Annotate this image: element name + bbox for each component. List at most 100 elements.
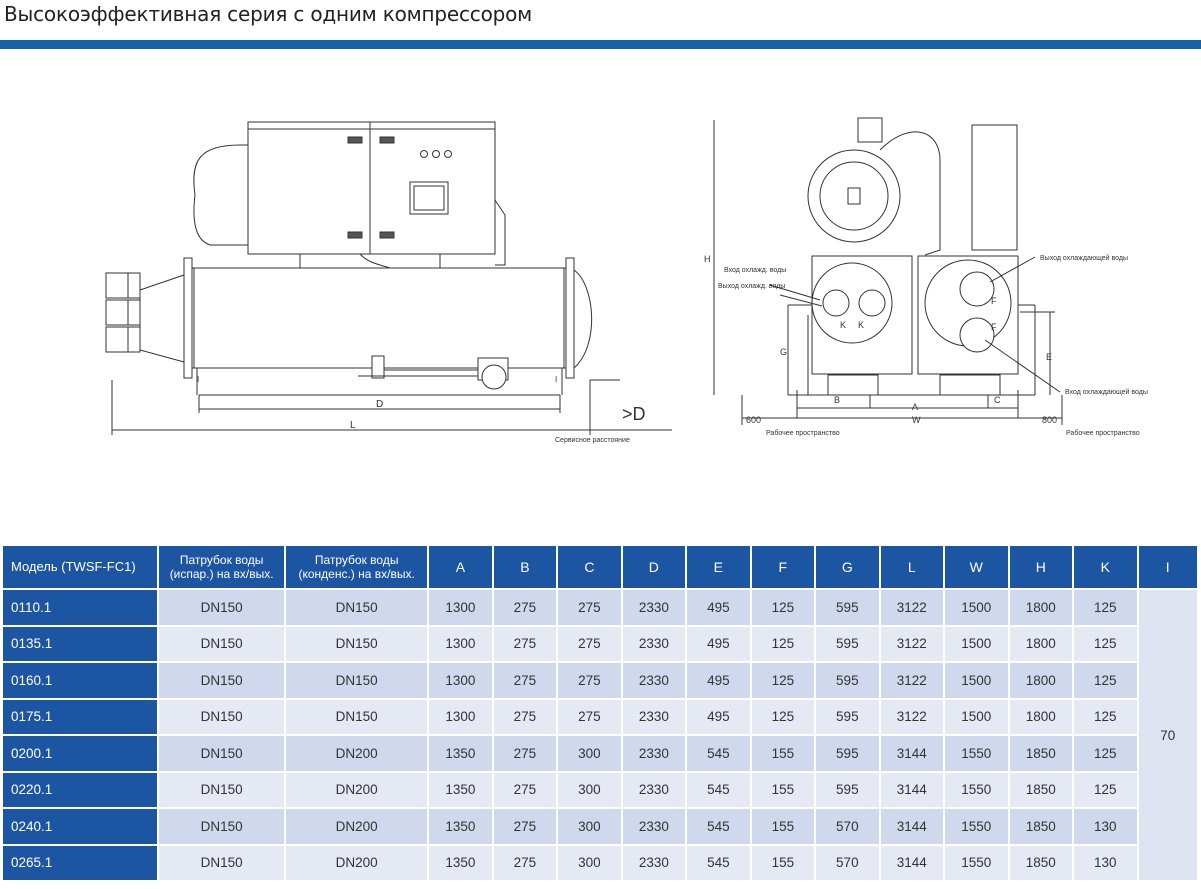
table-header-row: Модель (TWSF-FC1) Патрубок воды (испар.) … (3, 546, 1199, 589)
value-cell: 595 (815, 624, 881, 662)
dim-h-label: H (704, 254, 711, 264)
value-cell: 275 (557, 588, 623, 626)
i-value-cell: 70 (1137, 588, 1199, 880)
value-cell: 125 (1073, 588, 1139, 626)
value-cell: 275 (492, 697, 559, 735)
technical-drawing: D L >D Сервисное расстояние I I Вход охл… (0, 50, 1201, 520)
value-cell: 300 (557, 770, 623, 808)
value-cell: 275 (557, 697, 623, 735)
value-cell: 125 (1073, 770, 1139, 808)
value-cell: 275 (492, 770, 559, 808)
column-header: Модель (TWSF-FC1) (3, 546, 160, 589)
value-cell: 3144 (879, 807, 946, 845)
value-cell: 495 (686, 588, 752, 626)
value-cell: 1850 (1008, 770, 1075, 808)
value-cell: 155 (750, 807, 817, 845)
value-cell: 125 (1073, 661, 1139, 699)
value-cell: 595 (815, 697, 881, 735)
value-cell: 1350 (428, 770, 494, 808)
value-cell: 125 (750, 661, 817, 699)
dim-f-label-top: F (991, 296, 997, 306)
value-cell: 1850 (1008, 807, 1075, 845)
dim-a-label: A (912, 402, 918, 412)
mark-i-right: I (555, 375, 557, 384)
value-cell: DN200 (285, 807, 430, 845)
table-row: 0220.1 DN150 DN200 1350 275 300 2330 545 155 595 3… (3, 770, 1198, 808)
column-header: D (621, 546, 688, 589)
model-cell: 0110.1 (3, 588, 160, 626)
column-header: H (1008, 546, 1075, 589)
value-cell: 125 (1073, 624, 1139, 662)
dim-e-label: E (1046, 352, 1052, 362)
dim-k-label-left: K (840, 320, 846, 330)
evap-in-label: Вход охлажд. воды (724, 267, 786, 274)
work-space-right-label: Рабочее пространство (1066, 429, 1140, 437)
value-cell: 545 (686, 843, 752, 880)
value-cell: 595 (815, 734, 881, 772)
value-cell: DN150 (285, 588, 430, 626)
value-cell: 595 (815, 588, 881, 626)
table-body: 0110.1 DN150 DN150 1300 275 275 2330 495 125 595 3… (3, 588, 1199, 880)
dim-d-label: D (376, 399, 383, 410)
cond-in-label: Вход охлаждающей воды (1065, 388, 1148, 396)
table-row: 0265.1 DN150 DN200 1350 275 300 2330 545 155 570 3… (3, 843, 1198, 880)
value-cell: 275 (492, 807, 559, 845)
value-cell: DN150 (158, 588, 287, 626)
column-header: I (1137, 546, 1199, 589)
value-cell: 595 (815, 661, 881, 699)
value-cell: 275 (557, 661, 623, 699)
spec-table: Модель (TWSF-FC1) Патрубок воды (испар.) … (3, 546, 1199, 880)
value-cell: 1500 (944, 661, 1010, 699)
value-cell: DN150 (285, 697, 430, 735)
value-cell: 1300 (428, 697, 494, 735)
value-cell: DN150 (158, 734, 287, 772)
column-header: A (428, 546, 494, 589)
value-cell: 155 (750, 770, 817, 808)
model-cell: 0200.1 (3, 734, 160, 772)
value-cell: DN150 (158, 624, 287, 662)
value-cell: 275 (492, 734, 559, 772)
table-row: 0135.1 DN150 DN150 1300 275 275 2330 495 125 595 3… (3, 624, 1198, 662)
value-cell: 1350 (428, 734, 494, 772)
value-cell: 1800 (1008, 661, 1075, 699)
value-cell: 570 (815, 843, 881, 880)
column-header: K (1073, 546, 1139, 589)
value-cell: 495 (686, 697, 752, 735)
value-cell: 2330 (621, 734, 688, 772)
value-cell: 595 (815, 770, 881, 808)
value-cell: 1350 (428, 807, 494, 845)
value-cell: 1850 (1008, 843, 1075, 880)
value-cell: 495 (686, 661, 752, 699)
value-cell: 1500 (944, 697, 1010, 735)
column-header: L (879, 546, 946, 589)
value-cell: 2330 (621, 661, 688, 699)
column-header: Патрубок воды (испар.) на вх/вых. (158, 546, 287, 589)
value-cell: 130 (1073, 843, 1139, 880)
column-header: Патрубок воды (конденс.) на вх/вых. (285, 546, 430, 589)
value-cell: 155 (750, 843, 817, 880)
value-cell: 3122 (879, 697, 946, 735)
value-cell: 545 (686, 734, 752, 772)
value-cell: 2330 (621, 770, 688, 808)
value-cell: 300 (557, 843, 623, 880)
value-cell: 2330 (621, 697, 688, 735)
value-cell: DN150 (158, 661, 287, 699)
value-cell: 3122 (879, 624, 946, 662)
dim-g-label: G (780, 347, 787, 357)
service-distance-label: Сервисное расстояние (555, 437, 630, 444)
title-underline-bar (0, 40, 1201, 49)
dim-f-label-bottom: F (991, 322, 997, 332)
left-clearance-label: 600 (746, 415, 761, 425)
column-header: E (686, 546, 752, 589)
value-cell: 2330 (621, 588, 688, 626)
cond-out-label: Выход охлаждающей воды (1040, 254, 1128, 262)
table-row: 0110.1 DN150 DN150 1300 275 275 2330 495 125 595 3… (3, 588, 1199, 880)
value-cell: 300 (557, 734, 623, 772)
column-header: C (557, 546, 623, 589)
value-cell: DN200 (285, 770, 430, 808)
model-cell: 0135.1 (3, 624, 160, 662)
value-cell: 3122 (879, 661, 946, 699)
value-cell: 1850 (1008, 734, 1075, 772)
value-cell: 275 (492, 661, 559, 699)
value-cell: DN200 (285, 843, 430, 880)
